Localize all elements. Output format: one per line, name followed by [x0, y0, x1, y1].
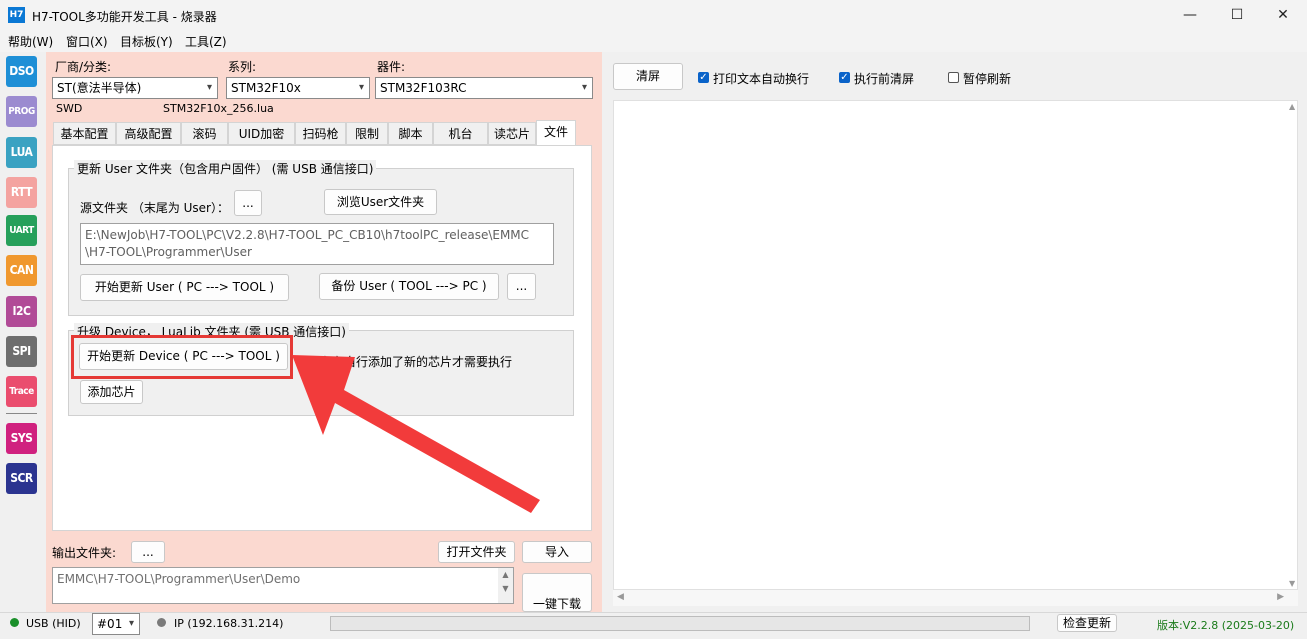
- output-browse-button[interactable]: ...: [131, 541, 165, 563]
- menu-window[interactable]: 窗口(X): [66, 33, 108, 50]
- device-number-value: #01: [97, 617, 123, 631]
- ip-status-icon: [157, 618, 166, 627]
- source-path-line1: E:\NewJob\H7-TOOL\PC\V2.2.8\H7-TOOL_PC_C…: [85, 228, 530, 242]
- source-path-line2: \H7-TOOL\Programmer\User: [85, 245, 252, 259]
- device-select[interactable]: STM32F103RC ▾: [375, 77, 593, 99]
- tab-basic-config[interactable]: 基本配置: [53, 122, 116, 145]
- chevron-down-icon: ▾: [358, 82, 364, 93]
- scroll-down-icon[interactable]: ▼: [1289, 579, 1295, 588]
- pause-refresh-checkbox[interactable]: [948, 72, 959, 83]
- tab-scanner[interactable]: 扫码枪: [295, 122, 346, 145]
- tool-spi-button[interactable]: SPI: [6, 336, 37, 367]
- tool-can-button[interactable]: CAN: [6, 255, 37, 286]
- browse-user-folder-button[interactable]: 浏览User文件夹: [324, 189, 437, 215]
- auto-wrap-checkbox[interactable]: ✓: [698, 72, 709, 83]
- log-vertical-scrollbar[interactable]: ▲ ▼: [1288, 100, 1300, 590]
- device-value: STM32F103RC: [380, 81, 467, 95]
- chevron-down-icon: ▾: [206, 82, 212, 93]
- tab-read-chip[interactable]: 读芯片: [488, 122, 536, 145]
- add-chip-button[interactable]: 添加芯片: [80, 380, 143, 404]
- interface-text: SWD: [56, 102, 83, 115]
- tool-strip: [0, 52, 44, 612]
- auto-wrap-label: 打印文本自动换行: [713, 72, 810, 86]
- start-update-user-button[interactable]: 开始更新 User ( PC ---> TOOL ): [80, 274, 289, 301]
- version-text: 版本:V2.2.8 (2025-03-20): [1157, 619, 1295, 632]
- source-path-field[interactable]: E:\NewJob\H7-TOOL\PC\V2.2.8\H7-TOOL_PC_C…: [80, 223, 554, 265]
- tool-sys-button[interactable]: SYS: [6, 423, 37, 454]
- scroll-right-icon[interactable]: ▶: [1277, 592, 1284, 602]
- progress-bar: [330, 616, 1030, 631]
- import-button[interactable]: 导入: [522, 541, 592, 563]
- tool-dso-button[interactable]: DSO: [6, 56, 37, 87]
- log-horizontal-scrollbar[interactable]: ◀ ▶: [613, 590, 1298, 606]
- backup-more-button[interactable]: ...: [507, 273, 536, 300]
- series-label: 系列:: [228, 60, 257, 74]
- output-folder-label: 输出文件夹:: [52, 546, 117, 560]
- device-number-select[interactable]: #01 ▾: [92, 613, 140, 635]
- annotation-highlight-box: [71, 335, 293, 379]
- menu-help[interactable]: 帮助(W): [8, 33, 53, 50]
- tool-scr-button[interactable]: SCR: [6, 463, 37, 494]
- log-output-area[interactable]: [613, 100, 1298, 590]
- clear-screen-button[interactable]: 清屏: [613, 63, 683, 90]
- tool-lua-button[interactable]: LUA: [6, 137, 37, 168]
- vendor-select[interactable]: ST(意法半导体) ▾: [52, 77, 218, 99]
- menu-target-board[interactable]: 目标板(Y): [120, 33, 173, 50]
- output-path-field[interactable]: EMMC\H7-TOOL\Programmer\User\Demo: [52, 567, 514, 604]
- output-path-text: EMMC\H7-TOOL\Programmer\User\Demo: [57, 572, 301, 586]
- tab-rolling-code[interactable]: 滚码: [181, 122, 228, 145]
- tab-machine[interactable]: 机台: [433, 122, 488, 145]
- source-browse-button[interactable]: ...: [234, 190, 262, 216]
- one-click-download-button[interactable]: 一键下载: [522, 573, 592, 612]
- series-value: STM32F10x: [231, 81, 301, 95]
- device-label: 器件:: [377, 60, 406, 74]
- output-scrollbar[interactable]: ▲ ▼: [498, 568, 513, 603]
- tool-separator: [6, 413, 37, 414]
- tool-prog-button[interactable]: PROG: [6, 96, 37, 127]
- menu-tools[interactable]: 工具(Z): [185, 33, 227, 50]
- minimize-button[interactable]: —: [1167, 0, 1213, 30]
- tab-advanced-config[interactable]: 高级配置: [116, 122, 181, 145]
- usb-status-icon: [10, 618, 19, 627]
- close-button[interactable]: ✕: [1260, 0, 1306, 30]
- check-update-button[interactable]: 检查更新: [1057, 614, 1117, 632]
- usb-status-text: USB (HID): [26, 617, 81, 630]
- series-select[interactable]: STM32F10x ▾: [226, 77, 370, 99]
- update-user-group-title: 更新 User 文件夹（包含用户固件） (需 USB 通信接口): [74, 160, 377, 177]
- tab-limit[interactable]: 限制: [346, 122, 388, 145]
- tool-trace-button[interactable]: Trace: [6, 376, 37, 407]
- source-folder-label: 源文件夹 （末尾为 User）：: [80, 201, 229, 215]
- tool-uart-button[interactable]: UART: [6, 215, 37, 246]
- tool-i2c-button[interactable]: I2C: [6, 296, 37, 327]
- open-folder-button[interactable]: 打开文件夹: [438, 541, 515, 563]
- pause-refresh-label: 暂停刷新: [963, 72, 1012, 86]
- vendor-label: 厂商/分类:: [55, 60, 112, 74]
- chevron-down-icon: ▾: [581, 82, 587, 93]
- app-icon: H7: [8, 7, 25, 23]
- scroll-up-icon[interactable]: ▲: [1289, 102, 1295, 111]
- clear-before-exec-label: 执行前清屏: [854, 72, 915, 86]
- backup-user-button[interactable]: 备份 User ( TOOL ---> PC ): [319, 273, 499, 300]
- scroll-left-icon[interactable]: ◀: [617, 592, 624, 602]
- clear-before-exec-checkbox[interactable]: ✓: [839, 72, 850, 83]
- chevron-down-icon: ▾: [128, 618, 134, 629]
- lua-file-text: STM32F10x_256.lua: [163, 102, 274, 115]
- vendor-value: ST(意法半导体): [57, 81, 142, 95]
- maximize-button[interactable]: ☐: [1214, 0, 1260, 30]
- ip-status-text: IP (192.168.31.214): [174, 617, 284, 630]
- annotation-arrow-icon: [292, 355, 540, 513]
- window-title: H7-TOOL多功能开发工具 - 烧录器: [32, 10, 217, 24]
- tab-uid-encrypt[interactable]: UID加密: [228, 122, 295, 145]
- tab-file[interactable]: 文件: [536, 120, 576, 146]
- tool-rtt-button[interactable]: RTT: [6, 177, 37, 208]
- tab-script[interactable]: 脚本: [388, 122, 433, 145]
